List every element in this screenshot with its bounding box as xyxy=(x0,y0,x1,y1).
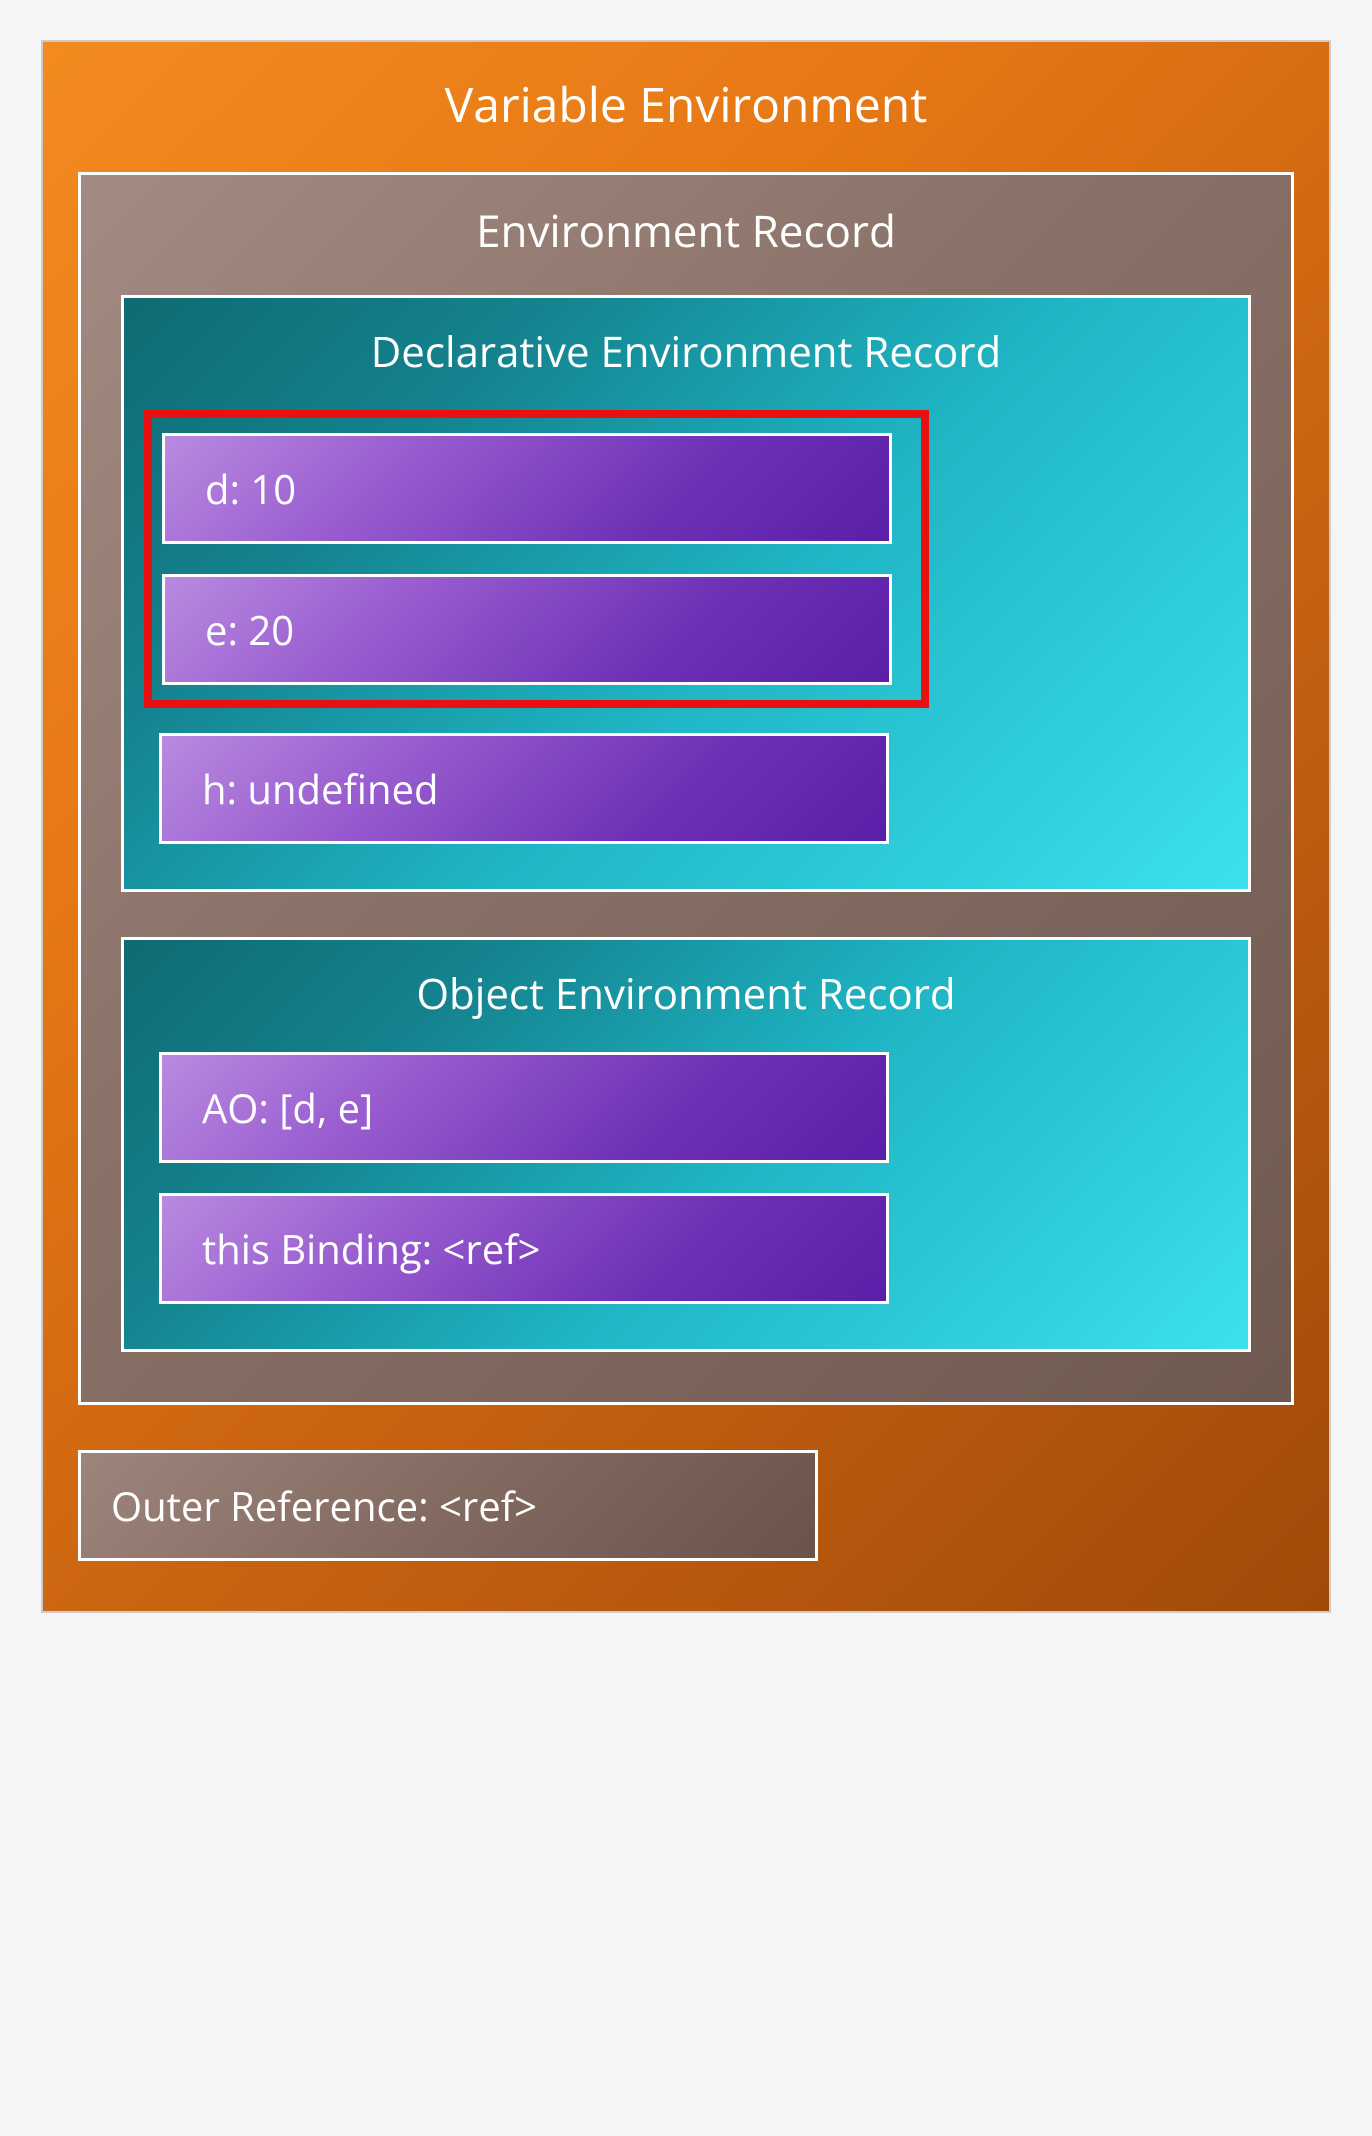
highlighted-bindings-box: d: 10 e: 20 xyxy=(144,410,929,708)
binding-h: h: undefined xyxy=(159,733,889,844)
environment-record-title: Environment Record xyxy=(121,200,1251,260)
variable-environment-title: Variable Environment xyxy=(78,72,1294,137)
declarative-environment-record-box: Declarative Environment Record d: 10 e: … xyxy=(121,295,1251,892)
binding-this: this Binding: <ref> xyxy=(159,1193,889,1304)
outer-reference-box: Outer Reference: <ref> xyxy=(78,1450,818,1561)
binding-e: e: 20 xyxy=(162,574,892,685)
declarative-environment-record-title: Declarative Environment Record xyxy=(159,323,1213,380)
object-environment-record-title: Object Environment Record xyxy=(159,965,1213,1022)
variable-environment-box: Variable Environment Environment Record … xyxy=(41,40,1331,1613)
binding-ao: AO: [d, e] xyxy=(159,1052,889,1163)
object-environment-record-box: Object Environment Record AO: [d, e] thi… xyxy=(121,937,1251,1352)
binding-d: d: 10 xyxy=(162,433,892,544)
environment-record-box: Environment Record Declarative Environme… xyxy=(78,172,1294,1405)
